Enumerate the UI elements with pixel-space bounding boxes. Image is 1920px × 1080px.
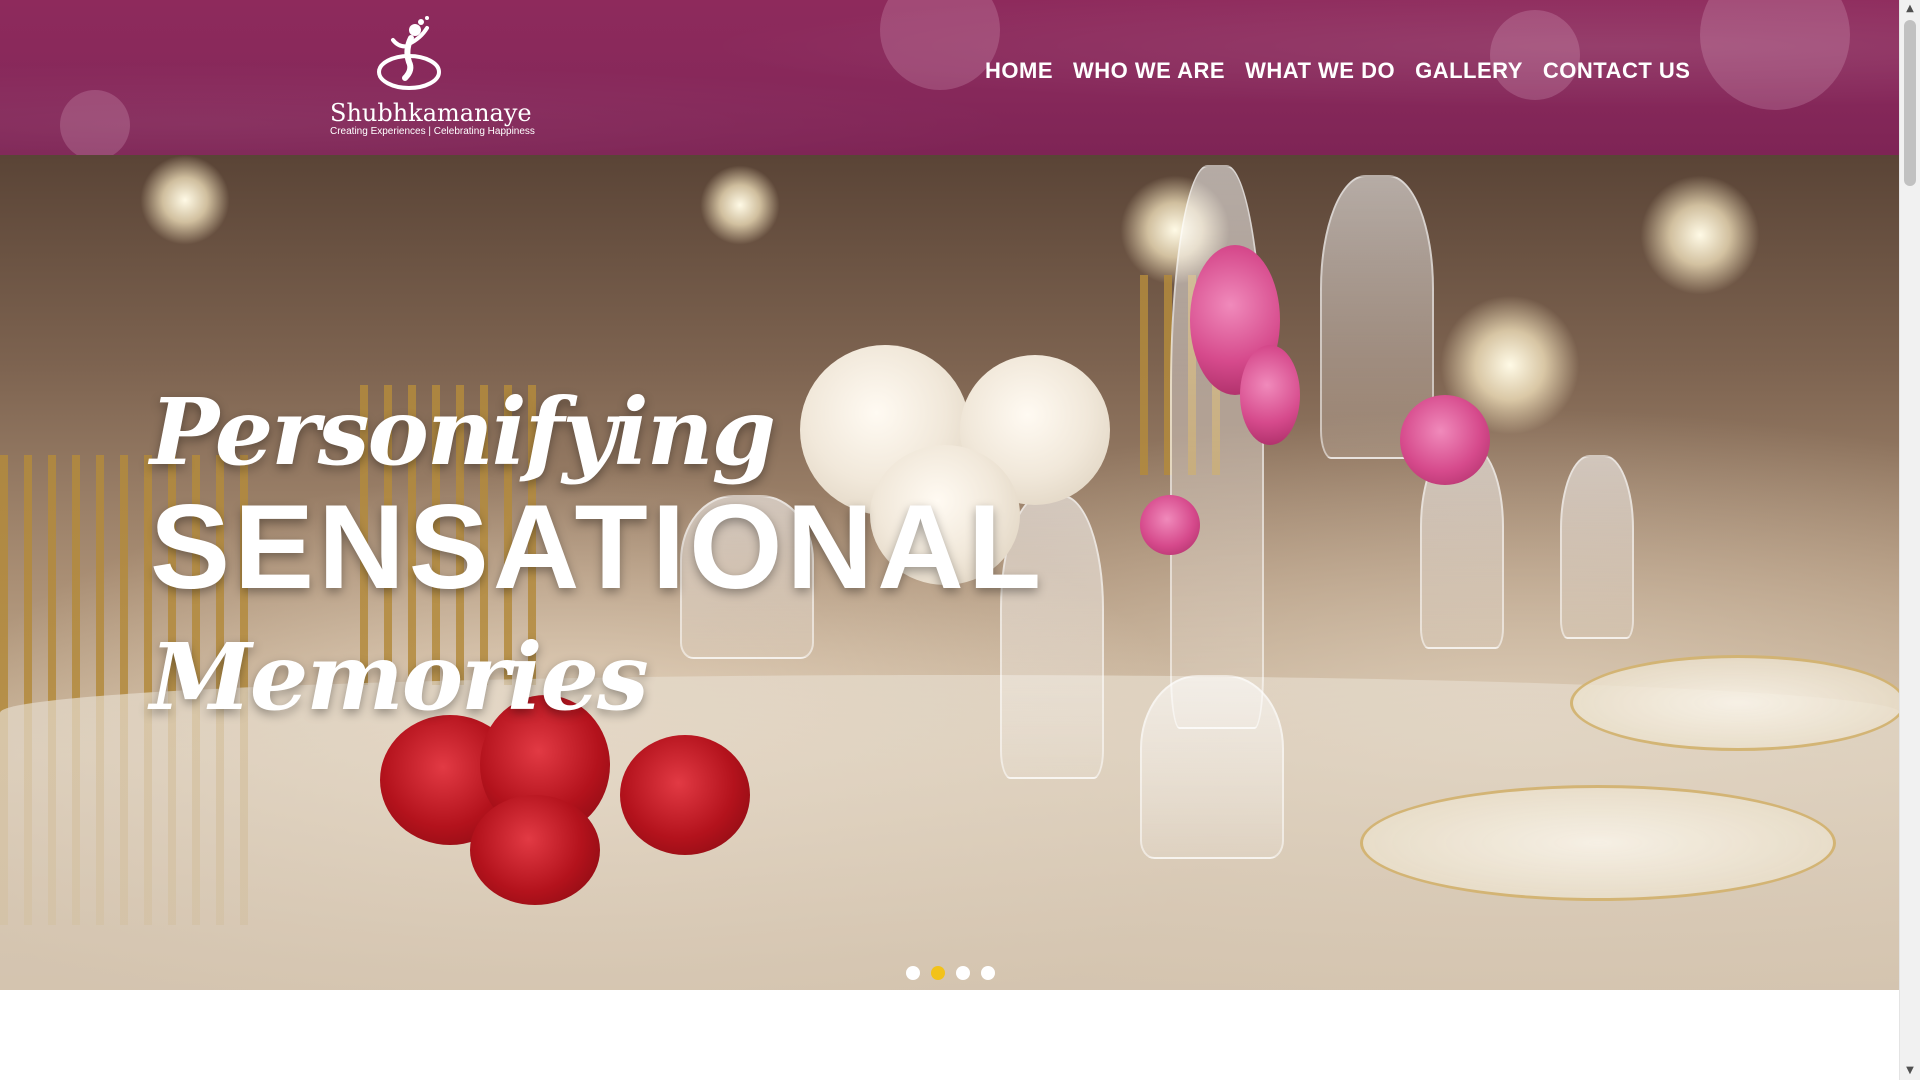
scrollbar-thumb[interactable] [1904, 20, 1916, 186]
slider-dot-4[interactable] [981, 966, 995, 980]
nav-what-we-do[interactable]: WHAT WE DO [1245, 58, 1395, 84]
pink-flowers [1400, 395, 1490, 485]
page: Shubhkamanaye Creating Experiences | Cel… [0, 0, 1920, 1080]
plate [1570, 655, 1900, 751]
wine-glass [1140, 675, 1284, 859]
nav-gallery[interactable]: GALLERY [1415, 58, 1523, 84]
site-header: Shubhkamanaye Creating Experiences | Cel… [0, 0, 1900, 155]
hero-slider: Personifying SENSATIONAL Memories [0, 155, 1900, 990]
candle-glow [140, 155, 230, 245]
vertical-scrollbar[interactable]: ▲ ▼ [1899, 0, 1920, 1080]
nav-contact-us[interactable]: CONTACT US [1543, 58, 1691, 84]
header-bokeh [880, 0, 1000, 90]
red-flowers [470, 795, 600, 905]
pink-flowers [1140, 495, 1200, 555]
slider-dot-3[interactable] [956, 966, 970, 980]
nav-who-we-are[interactable]: WHO WE ARE [1073, 58, 1225, 84]
candle-glow [700, 165, 780, 245]
logo-name: Shubhkamanaye [330, 99, 532, 127]
main-nav: HOME WHO WE ARE WHAT WE DO GALLERY CONTA… [985, 58, 1690, 84]
plate [1360, 785, 1836, 901]
header-bokeh [1700, 0, 1850, 110]
site-logo[interactable]: Shubhkamanaye Creating Experiences | Cel… [330, 16, 535, 141]
hero-line-3: Memories [150, 623, 649, 731]
scroll-up-arrow-icon[interactable]: ▲ [1900, 0, 1920, 18]
dancing-figure-logo-icon [377, 16, 441, 90]
red-flowers [620, 735, 750, 855]
hero-line-2: SENSATIONAL [150, 480, 1046, 614]
hero-headline: Personifying SENSATIONAL Memories [150, 377, 1045, 737]
header-bokeh [1490, 10, 1580, 100]
wine-glass [1560, 455, 1634, 639]
nav-home[interactable]: HOME [985, 58, 1053, 84]
pink-flowers [1240, 345, 1300, 445]
hero-line-1: Personifying [150, 378, 776, 486]
slider-dot-2[interactable] [931, 966, 945, 980]
header-bokeh [60, 90, 130, 155]
logo-tagline: Creating Experiences | Celebrating Happi… [330, 126, 535, 137]
slider-pagination [906, 966, 995, 980]
candle-glow [1640, 175, 1760, 295]
slider-dot-1[interactable] [906, 966, 920, 980]
scroll-down-arrow-icon[interactable]: ▼ [1900, 1062, 1920, 1080]
